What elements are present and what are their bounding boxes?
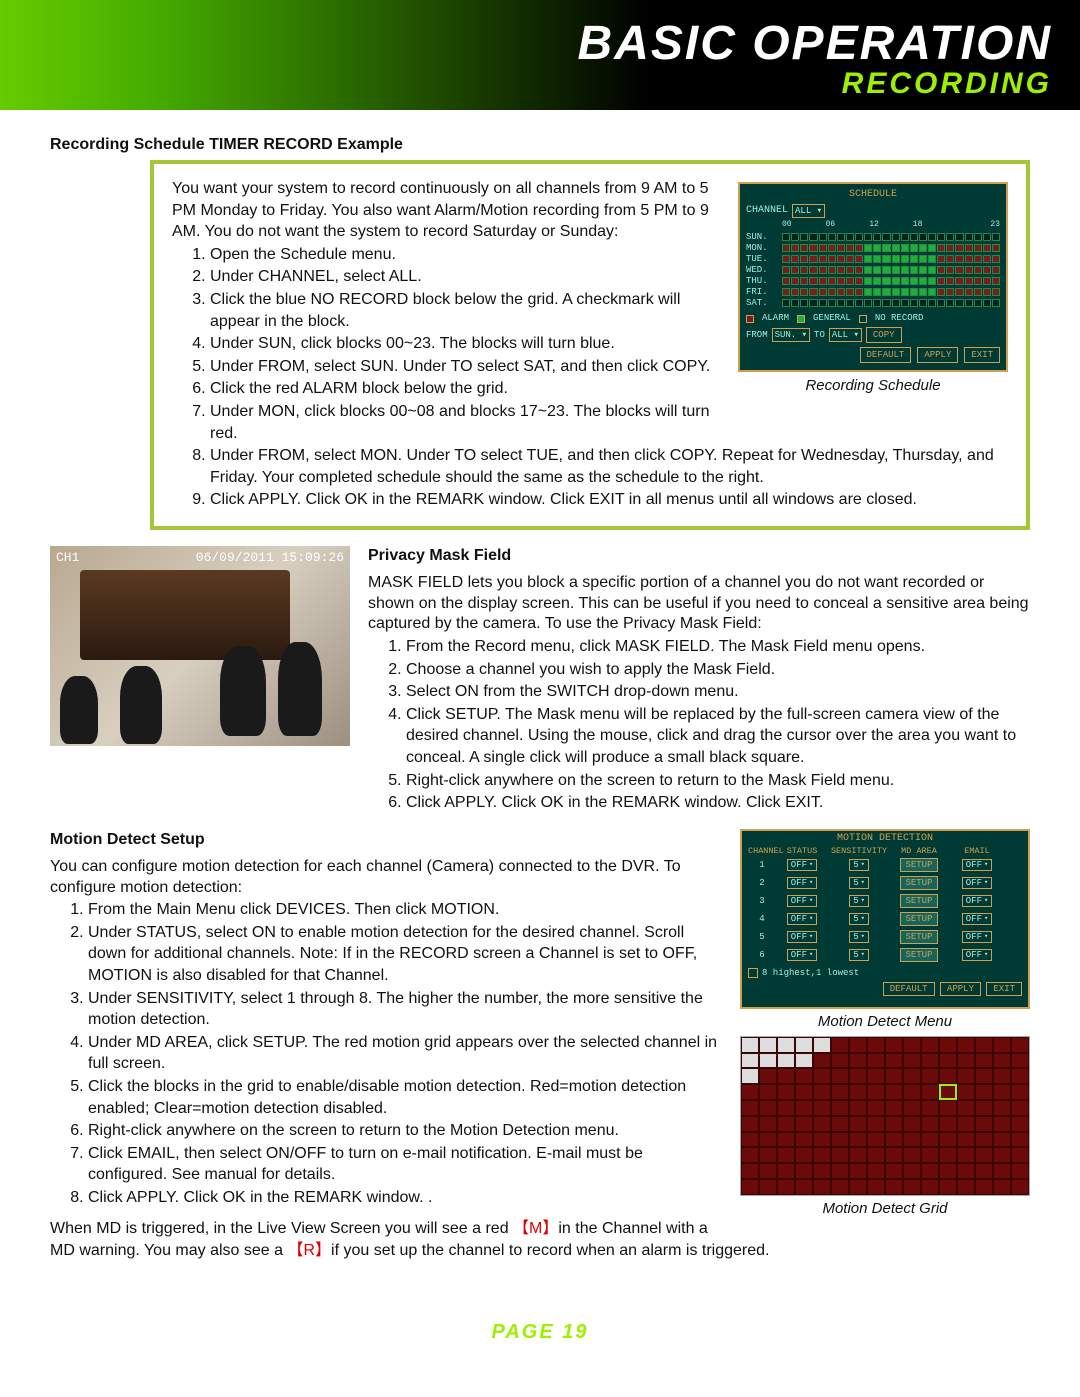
status-select[interactable]: OFF <box>787 931 817 943</box>
page-footer: Page 19 <box>0 1321 1080 1361</box>
cctv-channel-label: CH1 <box>56 550 79 565</box>
motion-menu-window: MOTION DETECTION CHANNEL STATUS SENSITIV… <box>740 829 1030 1009</box>
sensitivity-select[interactable]: 5 <box>849 913 869 925</box>
status-select[interactable]: OFF <box>787 895 817 907</box>
title-basic-operation: Basic Operation <box>0 16 1052 71</box>
motion-figures: MOTION DETECTION CHANNEL STATUS SENSITIV… <box>740 829 1030 1217</box>
schedule-hours-row: 0006121823 <box>782 220 1000 231</box>
md-setup-button[interactable]: SETUP <box>900 876 937 890</box>
motion-apply-button[interactable]: APPLY <box>940 982 981 996</box>
status-select[interactable]: OFF <box>787 877 817 889</box>
cctv-thumbnail: CH1 06/09/2011 15:09:26 <box>50 546 350 746</box>
motion-row: 6OFF5SETUPOFF <box>748 946 1022 964</box>
example-box: SCHEDULE CHANNEL ALL ▾ 0006121823 SUN. M… <box>150 160 1030 530</box>
list-item: Click APPLY. Click OK in the REMARK wind… <box>210 489 1008 511</box>
md-setup-button[interactable]: SETUP <box>900 894 937 908</box>
schedule-from-row: FROM SUN. ▾ TO ALL ▾ COPY <box>746 327 1000 343</box>
page-header: Basic Operation Recording <box>0 0 1080 110</box>
motion-row: 5OFF5SETUPOFF <box>748 928 1022 946</box>
motion-detect-grid[interactable] <box>740 1036 1030 1196</box>
status-select[interactable]: OFF <box>787 859 817 871</box>
list-item: Select ON from the SWITCH drop-down menu… <box>406 681 1030 703</box>
email-select[interactable]: OFF <box>962 895 992 907</box>
schedule-from-select[interactable]: SUN. ▾ <box>772 328 810 342</box>
privacy-intro: MASK FIELD lets you block a specific por… <box>368 573 1030 635</box>
md-setup-button[interactable]: SETUP <box>900 858 937 872</box>
md-setup-button[interactable]: SETUP <box>900 930 937 944</box>
email-select[interactable]: OFF <box>962 877 992 889</box>
schedule-to-select[interactable]: ALL ▾ <box>829 328 862 342</box>
schedule-exit-button[interactable]: EXIT <box>964 347 1000 363</box>
motion-menu-caption: Motion Detect Menu <box>740 1013 1030 1030</box>
heading-privacy-mask: Privacy Mask Field <box>368 546 1030 567</box>
email-select[interactable]: OFF <box>962 949 992 961</box>
motion-menu-title: MOTION DETECTION <box>748 833 1022 844</box>
schedule-caption: Recording Schedule <box>738 376 1008 396</box>
heading-timer-record-example: Recording Schedule TIMER RECORD Example <box>50 136 1030 154</box>
schedule-apply-button[interactable]: APPLY <box>917 347 958 363</box>
email-select[interactable]: OFF <box>962 859 992 871</box>
sensitivity-select[interactable]: 5 <box>849 859 869 871</box>
schedule-window-title: SCHEDULE <box>746 188 1000 202</box>
motion-row: 4OFF5SETUPOFF <box>748 910 1022 928</box>
schedule-copy-button[interactable]: COPY <box>866 327 902 343</box>
motion-row: 3OFF5SETUPOFF <box>748 892 1022 910</box>
schedule-legend: ALARM GENERAL NO RECORD <box>746 312 1000 324</box>
list-item: Choose a channel you wish to apply the M… <box>406 659 1030 681</box>
page-content: Recording Schedule TIMER RECORD Example … <box>0 110 1080 1321</box>
schedule-window: SCHEDULE CHANNEL ALL ▾ 0006121823 SUN. M… <box>738 182 1008 372</box>
status-select[interactable]: OFF <box>787 913 817 925</box>
list-item: From the Record menu, click MASK FIELD. … <box>406 636 1030 658</box>
status-select[interactable]: OFF <box>787 949 817 961</box>
md-setup-button[interactable]: SETUP <box>900 948 937 962</box>
schedule-figure: SCHEDULE CHANNEL ALL ▾ 0006121823 SUN. M… <box>738 182 1008 396</box>
motion-row: 2OFF5SETUPOFF <box>748 874 1022 892</box>
red-m-indicator: 【M】 <box>513 1220 558 1237</box>
list-item: Click APPLY. Click OK in the REMARK wind… <box>406 792 1030 814</box>
schedule-channel-label: CHANNEL <box>746 204 788 218</box>
title-recording: Recording <box>0 67 1052 101</box>
privacy-steps: From the Record menu, click MASK FIELD. … <box>406 636 1030 814</box>
sensitivity-select[interactable]: 5 <box>849 949 869 961</box>
md-setup-button[interactable]: SETUP <box>900 912 937 926</box>
list-item: Under MON, click blocks 00~08 and blocks… <box>210 401 1008 444</box>
cctv-timestamp: 06/09/2011 15:09:26 <box>196 550 344 565</box>
red-r-indicator: 【R】 <box>287 1242 331 1259</box>
motion-default-button[interactable]: DEFAULT <box>883 982 935 996</box>
motion-exit-button[interactable]: EXIT <box>986 982 1022 996</box>
motion-menu-footer: 8 highest,1 lowest <box>748 968 1022 978</box>
sensitivity-select[interactable]: 5 <box>849 877 869 889</box>
motion-grid-caption: Motion Detect Grid <box>740 1200 1030 1217</box>
motion-trigger-note: When MD is triggered, in the Live View S… <box>50 1218 1030 1260</box>
sensitivity-select[interactable]: 5 <box>849 931 869 943</box>
schedule-channel-select[interactable]: ALL ▾ <box>792 204 825 218</box>
list-item: Click SETUP. The Mask menu will be repla… <box>406 704 1030 769</box>
motion-row: 1OFF5SETUPOFF <box>748 856 1022 874</box>
schedule-default-button[interactable]: DEFAULT <box>860 347 912 363</box>
speech-icon <box>748 968 758 978</box>
list-item: Right-click anywhere on the screen to re… <box>406 770 1030 792</box>
schedule-grid[interactable]: SUN. MON. TUE. WED. THU. FRI. SAT. <box>746 231 1000 308</box>
email-select[interactable]: OFF <box>962 913 992 925</box>
sensitivity-select[interactable]: 5 <box>849 895 869 907</box>
email-select[interactable]: OFF <box>962 931 992 943</box>
list-item: Under FROM, select MON. Under TO select … <box>210 445 1008 488</box>
